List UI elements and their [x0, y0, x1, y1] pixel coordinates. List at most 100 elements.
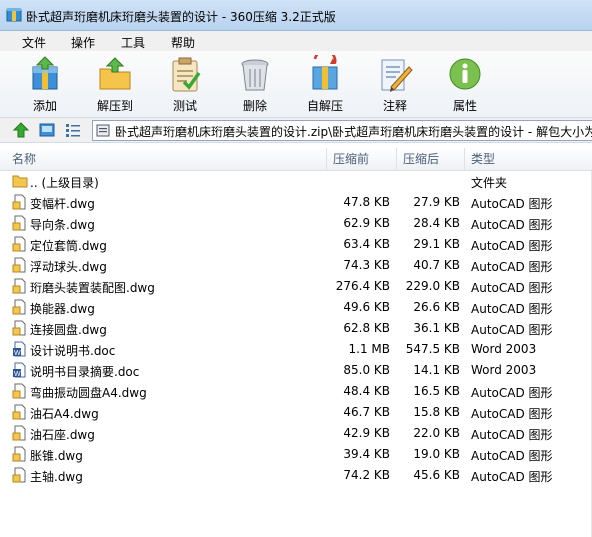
- column-name-header[interactable]: 名称: [6, 148, 327, 170]
- self-extract-button[interactable]: 自解压: [295, 53, 355, 115]
- file-row[interactable]: 连接圆盘.dwg 62.8 KB 36.1 KB AutoCAD 图形: [0, 318, 592, 339]
- extract-folder-icon: [99, 57, 131, 90]
- word-doc-icon: W: [13, 362, 26, 378]
- file-row[interactable]: 胀锥.dwg 39.4 KB 19.0 KB AutoCAD 图形: [0, 444, 592, 465]
- dwg-file-icon: [12, 467, 26, 483]
- column-packed-header[interactable]: 压缩后: [397, 148, 465, 170]
- file-row[interactable]: W 设计说明书.doc 1.1 MB 547.5 KB Word 2003: [0, 339, 592, 360]
- file-type: AutoCAD 图形: [471, 470, 553, 484]
- file-type: AutoCAD 图形: [471, 281, 553, 295]
- file-name: 换能器.dwg: [30, 302, 95, 316]
- file-row[interactable]: 定位套筒.dwg 63.4 KB 29.1 KB AutoCAD 图形: [0, 234, 592, 255]
- delete-label: 删除: [242, 99, 267, 113]
- file-row[interactable]: W 说明书目录摘要.doc 85.0 KB 14.1 KB Word 2003: [0, 360, 592, 381]
- file-type: AutoCAD 图形: [471, 239, 553, 253]
- self-extract-label: 自解压: [306, 99, 343, 113]
- file-packed-size: 36.1 KB: [413, 321, 460, 335]
- file-type: AutoCAD 图形: [471, 260, 553, 274]
- properties-label: 属性: [452, 99, 477, 113]
- file-name: 设计说明书.doc: [30, 344, 116, 358]
- trash-bin-icon: [241, 59, 269, 91]
- comment-button[interactable]: 注释: [365, 53, 425, 115]
- dwg-file-icon: [12, 194, 26, 210]
- file-size: 63.4 KB: [343, 237, 390, 251]
- file-list: .. (上级目录) 文件夹变幅杆.dwg 47.8 KB 27.9 KB AutoCAD…: [0, 171, 592, 537]
- file-name: 主轴.dwg: [30, 470, 83, 484]
- archive-path-icon: [96, 124, 110, 137]
- test-button[interactable]: 测试: [155, 53, 215, 115]
- dwg-file-icon: [12, 278, 26, 294]
- window-title: 卧式超声珩磨机床珩磨头装置的设计 - 360压缩 3.2正式版: [26, 10, 336, 24]
- dwg-file-icon: [12, 425, 26, 441]
- file-size: 74.3 KB: [343, 258, 390, 272]
- menu-tools[interactable]: 工具: [119, 34, 147, 51]
- file-type: AutoCAD 图形: [471, 323, 553, 337]
- dwg-file-icon: [12, 446, 26, 462]
- file-type: AutoCAD 图形: [471, 218, 553, 232]
- file-packed-size: 29.1 KB: [413, 237, 460, 251]
- dwg-file-icon: [12, 236, 26, 252]
- word-doc-icon: W: [13, 341, 26, 357]
- test-label: 测试: [172, 99, 197, 113]
- column-type-header[interactable]: 类型: [465, 148, 592, 170]
- menu-help[interactable]: 帮助: [169, 34, 197, 51]
- file-type: AutoCAD 图形: [471, 197, 553, 211]
- file-type: AutoCAD 图形: [471, 386, 553, 400]
- list-view-icon[interactable]: [64, 121, 82, 139]
- file-name: 胀锥.dwg: [30, 449, 83, 463]
- menu-file[interactable]: 文件: [20, 34, 48, 51]
- file-row[interactable]: 油石A4.dwg 46.7 KB 15.8 KB AutoCAD 图形: [0, 402, 592, 423]
- file-size: 62.9 KB: [343, 216, 390, 230]
- file-type: Word 2003: [471, 342, 537, 356]
- file-row[interactable]: 主轴.dwg 74.2 KB 45.6 KB AutoCAD 图形: [0, 465, 592, 486]
- address-path-text: 卧式超声珩磨机床珩磨头装置的设计.zip\卧式超声珩磨机床珩磨头装置的设计 - …: [115, 125, 592, 139]
- thumbnail-view-icon[interactable]: [38, 121, 56, 139]
- file-size: 48.4 KB: [343, 384, 390, 398]
- file-size: 46.7 KB: [343, 405, 390, 419]
- comment-label: 注释: [382, 99, 407, 113]
- file-row[interactable]: 浮动球头.dwg 74.3 KB 40.7 KB AutoCAD 图形: [0, 255, 592, 276]
- file-type: Word 2003: [471, 363, 537, 377]
- add-archive-icon: [32, 56, 58, 90]
- dwg-file-icon: [12, 404, 26, 420]
- file-list-header: 名称 压缩前 压缩后 类型: [0, 148, 592, 171]
- file-name: 弯曲振动圆盘A4.dwg: [30, 386, 147, 400]
- svg-text:W: W: [14, 350, 21, 357]
- file-row[interactable]: 变幅杆.dwg 47.8 KB 27.9 KB AutoCAD 图形: [0, 192, 592, 213]
- file-type: AutoCAD 图形: [471, 407, 553, 421]
- file-packed-size: 16.5 KB: [413, 384, 460, 398]
- file-type: AutoCAD 图形: [471, 449, 553, 463]
- file-packed-size: 45.6 KB: [413, 468, 460, 482]
- delete-button[interactable]: 删除: [225, 53, 285, 115]
- file-size: 1.1 MB: [348, 342, 390, 356]
- dwg-file-icon: [12, 215, 26, 231]
- up-arrow-icon[interactable]: [12, 121, 30, 139]
- properties-button[interactable]: 属性: [435, 53, 495, 115]
- file-name: .. (上级目录): [30, 176, 99, 190]
- title-bar: 卧式超声珩磨机床珩磨头装置的设计 - 360压缩 3.2正式版: [0, 0, 592, 31]
- file-row[interactable]: 导向条.dwg 62.9 KB 28.4 KB AutoCAD 图形: [0, 213, 592, 234]
- folder-icon: [12, 175, 28, 188]
- file-row[interactable]: .. (上级目录) 文件夹: [0, 171, 592, 192]
- file-packed-size: 22.0 KB: [413, 426, 460, 440]
- file-packed-size: 40.7 KB: [413, 258, 460, 272]
- file-packed-size: 26.6 KB: [413, 300, 460, 314]
- file-row[interactable]: 弯曲振动圆盘A4.dwg 48.4 KB 16.5 KB AutoCAD 图形: [0, 381, 592, 402]
- add-button[interactable]: 添加: [15, 53, 75, 115]
- file-row[interactable]: 换能器.dwg 49.6 KB 26.6 KB AutoCAD 图形: [0, 297, 592, 318]
- dwg-file-icon: [12, 383, 26, 399]
- column-size-header[interactable]: 压缩前: [327, 148, 397, 170]
- address-path-field[interactable]: 卧式超声珩磨机床珩磨头装置的设计.zip\卧式超声珩磨机床珩磨头装置的设计 - …: [92, 120, 592, 141]
- file-size: 62.8 KB: [343, 321, 390, 335]
- add-label: 添加: [32, 99, 57, 113]
- file-packed-size: 15.8 KB: [413, 405, 460, 419]
- file-row[interactable]: 珩磨头装置装配图.dwg 276.4 KB 229.0 KB AutoCAD 图形: [0, 276, 592, 297]
- file-name: 浮动球头.dwg: [30, 260, 107, 274]
- extract-button[interactable]: 解压到: [85, 53, 145, 115]
- menu-bar: 文件 操作 工具 帮助: [0, 31, 592, 51]
- file-row[interactable]: 油石座.dwg 42.9 KB 22.0 KB AutoCAD 图形: [0, 423, 592, 444]
- file-packed-size: 14.1 KB: [413, 363, 460, 377]
- file-type: AutoCAD 图形: [471, 302, 553, 316]
- file-type: 文件夹: [471, 176, 508, 190]
- menu-operate[interactable]: 操作: [69, 34, 97, 51]
